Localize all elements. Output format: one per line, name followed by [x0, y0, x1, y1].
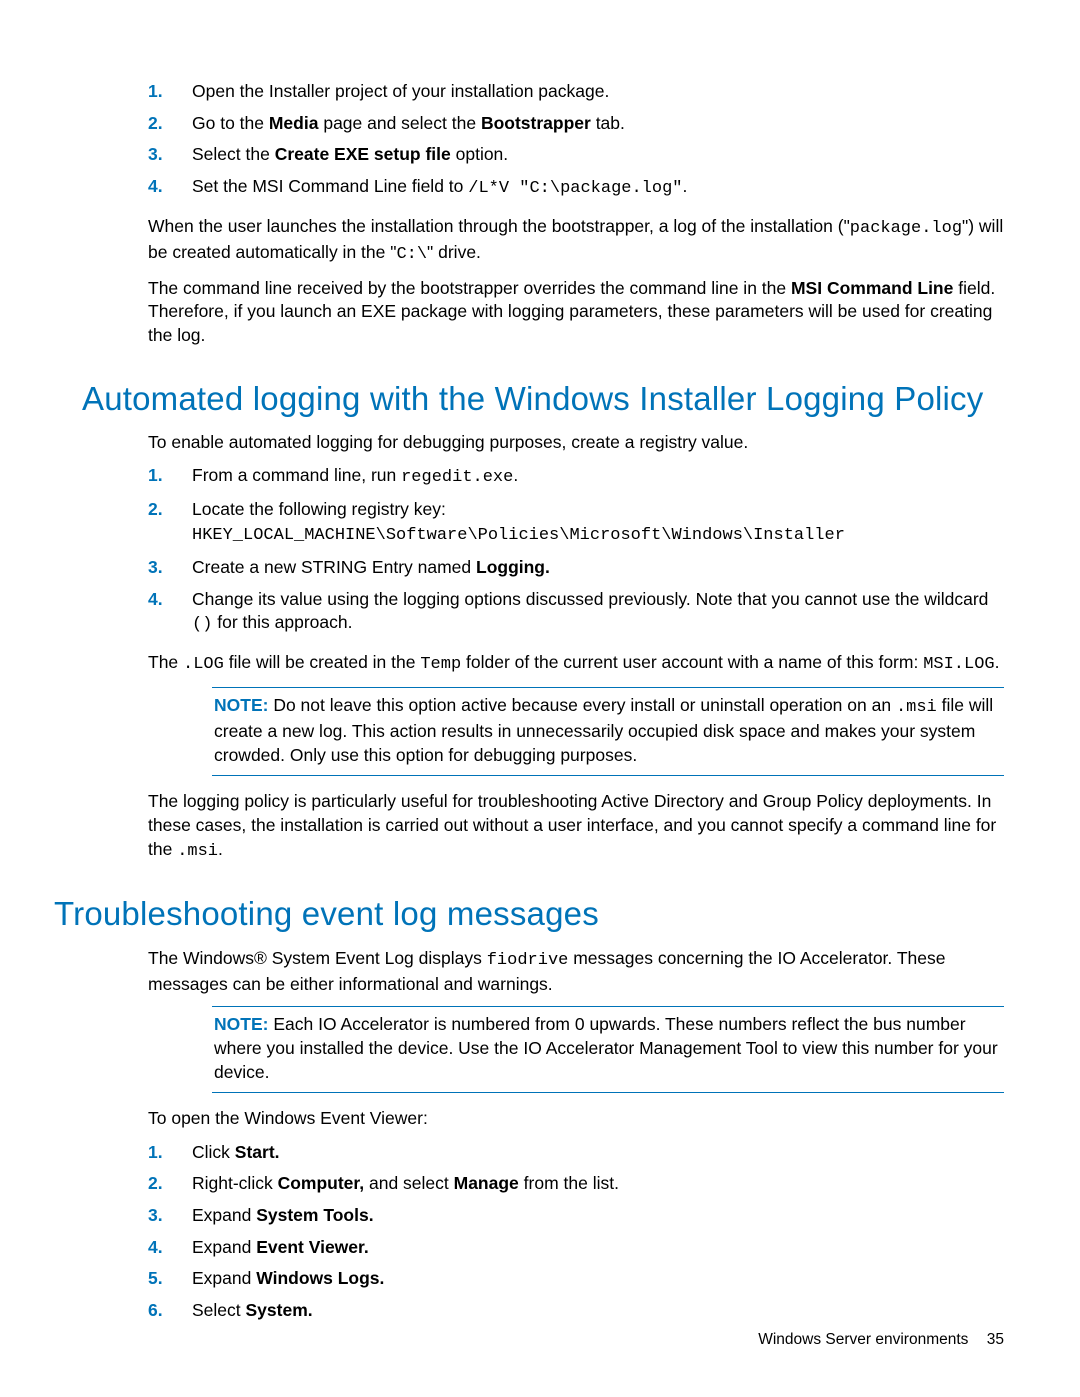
- list-item: 1.Click Start.: [148, 1141, 1004, 1165]
- list-number: 5.: [148, 1267, 192, 1291]
- section-heading: Automated logging with the Windows Insta…: [82, 378, 1004, 419]
- list-number: 3.: [148, 1204, 192, 1228]
- ordered-list-1: 1.Open the Installer project of your ins…: [148, 80, 1004, 201]
- ordered-list-2: 1.From a command line, run regedit.exe.2…: [148, 464, 1004, 637]
- section-heading: Troubleshooting event log messages: [54, 893, 1004, 934]
- list-text: Go to the Media page and select the Boot…: [192, 112, 1004, 136]
- list-item: 2.Right-click Computer, and select Manag…: [148, 1172, 1004, 1196]
- note-label: NOTE:: [214, 1014, 268, 1034]
- list-item: 4.Set the MSI Command Line field to /L*V…: [148, 175, 1004, 201]
- note-box: NOTE: Do not leave this option active be…: [212, 687, 1004, 776]
- body: 1.Open the Installer project of your ins…: [148, 80, 1004, 348]
- list-number: 2.: [148, 112, 192, 136]
- list-number: 3.: [148, 143, 192, 167]
- note-text: NOTE: Each IO Accelerator is numbered fr…: [214, 1013, 1002, 1084]
- list-number: 1.: [148, 80, 192, 104]
- list-item: 1.Open the Installer project of your ins…: [148, 80, 1004, 104]
- ordered-list-3: 1.Click Start.2.Right-click Computer, an…: [148, 1141, 1004, 1323]
- list-text: Set the MSI Command Line field to /L*V "…: [192, 175, 1004, 201]
- list-item: 2.Locate the following registry key:HKEY…: [148, 498, 1004, 548]
- list-number: 2.: [148, 1172, 192, 1196]
- page-footer: Windows Server environments 35: [758, 1331, 1004, 1349]
- note-text: NOTE: Do not leave this option active be…: [214, 694, 1002, 767]
- list-text: Open the Installer project of your insta…: [192, 80, 1004, 104]
- footer-text: Windows Server environments: [758, 1331, 968, 1348]
- list-item: 3.Select the Create EXE setup file optio…: [148, 143, 1004, 167]
- list-item: 1.From a command line, run regedit.exe.: [148, 464, 1004, 490]
- list-text: Click Start.: [192, 1141, 1004, 1165]
- list-number: 4.: [148, 1236, 192, 1260]
- note-label: NOTE:: [214, 695, 268, 715]
- list-number: 1.: [148, 464, 192, 488]
- list-item: 4.Expand Event Viewer.: [148, 1236, 1004, 1260]
- note-body: Each IO Accelerator is numbered from 0 u…: [214, 1014, 998, 1081]
- list-number: 6.: [148, 1299, 192, 1323]
- list-text: Locate the following registry key:HKEY_L…: [192, 498, 1004, 548]
- list-number: 2.: [148, 498, 192, 522]
- paragraph: When the user launches the installation …: [148, 215, 1004, 267]
- paragraph: The Windows® System Event Log displays f…: [148, 947, 1004, 997]
- list-text: Expand Event Viewer.: [192, 1236, 1004, 1260]
- paragraph: To enable automated logging for debuggin…: [148, 431, 1004, 455]
- paragraph: The .LOG file will be created in the Tem…: [148, 651, 1004, 677]
- list-text: Select the Create EXE setup file option.: [192, 143, 1004, 167]
- page-number: 35: [987, 1331, 1004, 1348]
- list-text: From a command line, run regedit.exe.: [192, 464, 1004, 490]
- note-body: Do not leave this option active because …: [214, 695, 993, 765]
- note-box: NOTE: Each IO Accelerator is numbered fr…: [212, 1006, 1004, 1093]
- list-item: 6.Select System.: [148, 1299, 1004, 1323]
- list-text: Change its value using the logging optio…: [192, 588, 1004, 638]
- list-number: 4.: [148, 175, 192, 199]
- list-number: 4.: [148, 588, 192, 612]
- list-item: 3.Expand System Tools.: [148, 1204, 1004, 1228]
- list-item: 3.Create a new STRING Entry named Loggin…: [148, 556, 1004, 580]
- list-number: 1.: [148, 1141, 192, 1165]
- paragraph: The logging policy is particularly usefu…: [148, 790, 1004, 863]
- body: To enable automated logging for debuggin…: [148, 431, 1004, 864]
- paragraph: The command line received by the bootstr…: [148, 277, 1004, 348]
- body: The Windows® System Event Log displays f…: [148, 947, 1004, 1323]
- list-number: 3.: [148, 556, 192, 580]
- list-text: Right-click Computer, and select Manage …: [192, 1172, 1004, 1196]
- list-text: Create a new STRING Entry named Logging.: [192, 556, 1004, 580]
- list-text: Expand Windows Logs.: [192, 1267, 1004, 1291]
- list-text: Expand System Tools.: [192, 1204, 1004, 1228]
- list-item: 4.Change its value using the logging opt…: [148, 588, 1004, 638]
- list-item: 5.Expand Windows Logs.: [148, 1267, 1004, 1291]
- list-text: Select System.: [192, 1299, 1004, 1323]
- page: 1.Open the Installer project of your ins…: [0, 0, 1080, 1397]
- paragraph: To open the Windows Event Viewer:: [148, 1107, 1004, 1131]
- list-item: 2.Go to the Media page and select the Bo…: [148, 112, 1004, 136]
